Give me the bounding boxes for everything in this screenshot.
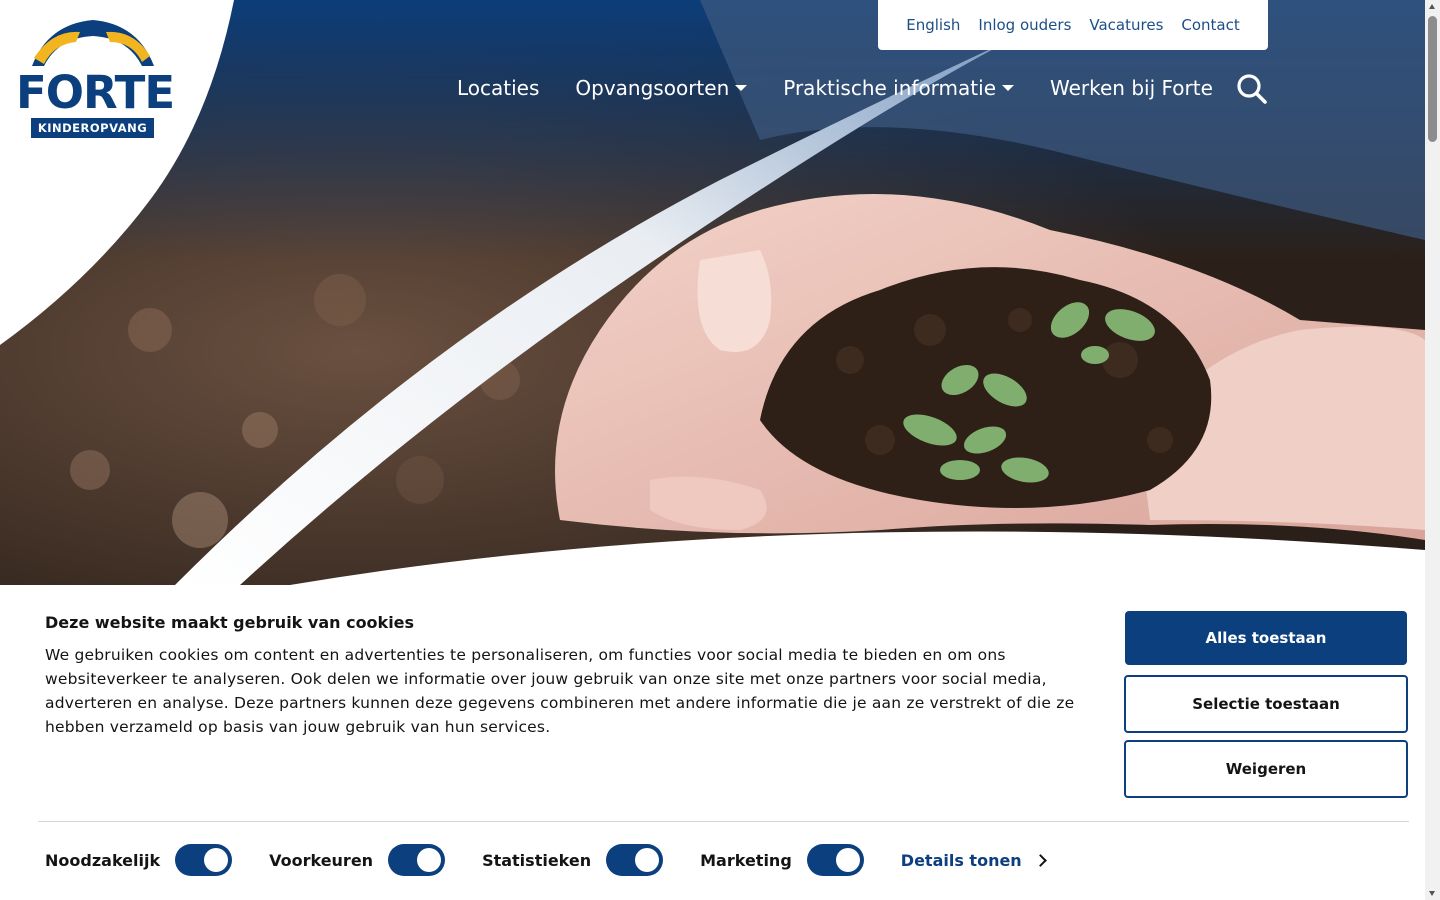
toggle-knob <box>635 848 660 872</box>
toggle-label: Statistieken <box>482 850 592 870</box>
toggle-switch-voorkeuren[interactable] <box>388 844 446 876</box>
toggle-label: Noodzakelijk <box>45 850 161 870</box>
toggle-knob <box>204 848 229 872</box>
search-icon <box>1237 74 1267 104</box>
cookie-text: We gebruiken cookies om content en adver… <box>45 646 1075 736</box>
toggle-knob <box>417 848 442 872</box>
toplink-vacatures[interactable]: Vacatures <box>1089 16 1163 34</box>
allow-selection-button[interactable]: Selectie toestaan <box>1124 675 1408 733</box>
logo-arc-icon <box>32 20 154 66</box>
nav-item-locaties[interactable]: Locaties <box>457 76 539 100</box>
forte-logo[interactable]: FORTE KINDEROPVANG <box>16 16 175 140</box>
toplink-english[interactable]: English <box>906 16 960 34</box>
toggle-switch-statistieken[interactable] <box>606 844 664 876</box>
toplink-inlog-ouders[interactable]: Inlog ouders <box>978 16 1071 34</box>
toggle-switch-noodzakelijk[interactable] <box>175 844 233 876</box>
details-label: Details tonen <box>900 850 1022 870</box>
nav-item-label: Opvangsoorten <box>575 76 730 100</box>
scroll-down-icon[interactable] <box>1429 891 1435 896</box>
toggle-label: Voorkeuren <box>269 850 374 870</box>
cookie-banner: Deze website maakt gebruik van cookies W… <box>0 585 1425 900</box>
search-button[interactable] <box>1236 73 1268 105</box>
chevron-right-icon <box>1033 853 1047 867</box>
toplink-contact[interactable]: Contact <box>1181 16 1239 34</box>
nav-item-opvangsoorten[interactable]: Opvangsoorten <box>575 76 748 100</box>
cookie-title: Deze website maakt gebruik van cookies <box>45 613 415 632</box>
toggle-knob <box>835 848 860 872</box>
page-scrollbar[interactable] <box>1425 0 1440 900</box>
nav-item-label: Werken bij Forte <box>1050 76 1213 100</box>
top-links: English Inlog ouders Vacatures Contact <box>878 0 1268 50</box>
nav-item-werken-bij-forte[interactable]: Werken bij Forte <box>1050 76 1213 100</box>
nav-item-praktische-informatie[interactable]: Praktische informatie <box>783 76 1014 100</box>
nav-item-label: Praktische informatie <box>783 76 996 100</box>
main-nav: Locaties Opvangsoorten Praktische inform… <box>457 70 1249 106</box>
allow-all-button[interactable]: Alles toestaan <box>1125 611 1407 665</box>
caret-down-icon <box>1002 85 1014 91</box>
details-toggle-link[interactable]: Details tonen <box>900 850 1047 870</box>
toggle-marketing: Marketing <box>700 844 864 876</box>
scrollbar-thumb[interactable] <box>1428 16 1437 142</box>
divider <box>38 821 1409 822</box>
toggle-statistieken: Statistieken <box>482 844 664 876</box>
caret-down-icon <box>735 85 748 91</box>
toggle-switch-marketing[interactable] <box>806 844 864 876</box>
toggle-noodzakelijk: Noodzakelijk <box>45 844 233 876</box>
logo-subtitle: KINDEROPVANG <box>31 118 154 138</box>
logo-wordmark: FORTE <box>16 66 175 119</box>
cookie-toggles: Noodzakelijk Voorkeuren Statistieken Mar… <box>45 843 1047 877</box>
toggle-label: Marketing <box>700 850 792 870</box>
nav-item-label: Locaties <box>457 76 540 100</box>
deny-button[interactable]: Weigeren <box>1124 740 1408 798</box>
toggle-voorkeuren: Voorkeuren <box>269 844 446 876</box>
scroll-up-icon[interactable] <box>1429 4 1435 9</box>
